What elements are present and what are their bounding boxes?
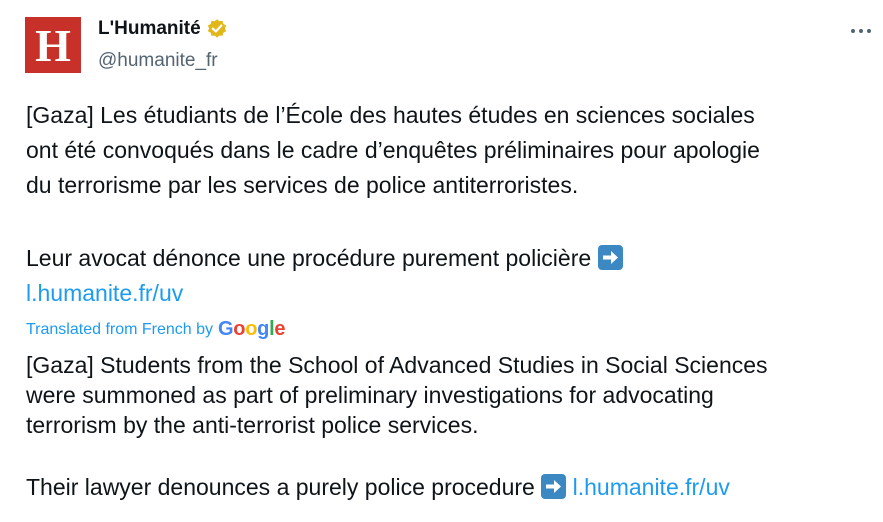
google-letter: o — [233, 318, 246, 340]
right-arrow-emoji-icon — [541, 474, 567, 499]
translation-attribution[interactable]: Translated from French by Google — [26, 318, 285, 341]
verified-badge-icon — [206, 18, 228, 40]
avatar-letter: H — [35, 19, 71, 71]
google-letter: G — [218, 318, 234, 340]
author-handle[interactable]: @humanite_fr — [98, 50, 218, 72]
tweet-text-paragraph-2: Leur avocat dénonce une procédure pureme… — [26, 241, 623, 276]
google-letter: o — [245, 318, 258, 340]
translated-text-line-3: terrorism by the anti-terrorist police s… — [26, 412, 479, 438]
translation-label: Translated from French by — [26, 320, 214, 338]
tweet-text-line-1: [Gaza] Les étudiants de l’École des haut… — [26, 102, 755, 128]
translated-text-paragraph-2: Their lawyer denounces a purely police p… — [26, 472, 730, 502]
translated-text-line-2: were summoned as part of preliminary inv… — [26, 382, 714, 408]
translated-text-line-1: [Gaza] Students from the School of Advan… — [26, 352, 768, 378]
google-letter: e — [274, 318, 286, 340]
tweet-text-line-4: Leur avocat dénonce une procédure pureme… — [26, 245, 592, 271]
translated-text-line-4: Their lawyer denounces a purely police p… — [26, 474, 535, 500]
author-name[interactable]: L'Humanité — [98, 18, 228, 40]
more-horizontal-icon — [851, 29, 871, 33]
google-logo: Google — [218, 318, 285, 341]
avatar[interactable]: H — [25, 17, 81, 73]
tweet-text-line-3: du terrorisme par les services de police… — [26, 172, 579, 198]
author-name-text: L'Humanité — [98, 18, 201, 39]
right-arrow-emoji-icon — [597, 245, 623, 270]
translated-link[interactable]: l.humanite.fr/uv — [573, 474, 730, 500]
more-options-button[interactable] — [846, 18, 876, 44]
tweet-text-line-2: ont été convoqués dans le cadre d’enquêt… — [26, 137, 760, 163]
tweet-link[interactable]: l.humanite.fr/uv — [26, 276, 183, 311]
google-letter: g — [257, 318, 270, 340]
